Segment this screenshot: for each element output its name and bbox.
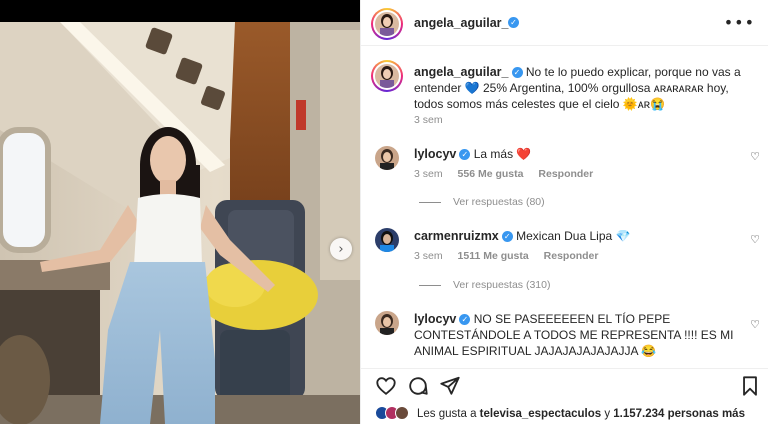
comment-username[interactable]: lylocyv [414,312,456,326]
verified-badge-icon: ✓ [511,67,523,79]
verified-badge-icon: ✓ [508,17,519,28]
comment-meta: 3 sem 556 Me gusta Responder [414,168,593,180]
share-icon[interactable] [439,375,461,397]
comment-2: carmenruizmx ✓ Mexican Dua Lipa 💎 [414,228,630,244]
replies-divider [419,284,441,286]
photo-top-bar [0,0,360,22]
comment-like-icon[interactable]: ♡ [750,150,760,163]
comment-avatar[interactable] [375,228,399,252]
view-replies-label: Ver respuestas (310) [453,279,551,291]
comment-timestamp: 3 sem [414,250,443,262]
author-username[interactable]: angela_aguilar_ [414,16,509,30]
likes-middle: y [601,408,614,420]
likes-prefix: Les gusta a [417,408,480,420]
post-panel: angela_aguilar_ ✓ ••• angela_aguilar_ ✓ N… [360,0,768,424]
post-header: angela_aguilar_ ✓ ••• [361,0,768,46]
comment-avatar[interactable] [375,146,399,170]
photo-illustration [0,0,360,424]
caption-timestamp: 3 sem [414,114,443,126]
comment-1: lylocyv ✓ La más ❤️ [414,146,531,162]
liker-username[interactable]: televisa_espectaculos [480,408,601,420]
comment-username[interactable]: lylocyv [414,147,456,161]
view-replies-button[interactable]: Ver respuestas (310) [419,279,550,291]
comment-meta: 3 sem 1511 Me gusta Responder [414,250,598,262]
caption: angela_aguilar_ ✓ No te lo puedo explicar… [414,64,754,112]
replies-divider [419,201,441,203]
verified-badge-icon: ✓ [501,231,513,243]
liker-avatar[interactable] [395,406,409,420]
comment-icon[interactable] [407,375,429,397]
comment-3: lylocyv ✓ NO SE PASEEEEEEN EL TÍO PEPE CO… [414,311,744,359]
more-options-icon[interactable]: ••• [724,13,755,32]
heart-outline-icon[interactable] [375,375,397,397]
verified-badge-icon: ✓ [459,314,471,326]
reply-button[interactable]: Responder [538,168,593,180]
likes-count[interactable]: 1.157.234 personas más [613,408,745,420]
comment-text: Mexican Dua Lipa 💎 [516,229,631,243]
view-replies-label: Ver respuestas (80) [453,196,545,208]
verified-badge-icon: ✓ [459,149,471,161]
comment-timestamp: 3 sem [414,168,443,180]
view-replies-button[interactable]: Ver respuestas (80) [419,196,545,208]
story-ring[interactable] [371,8,403,40]
caption-username[interactable]: angela_aguilar_ [414,65,509,79]
comment-likes[interactable]: 1511 Me gusta [458,250,529,262]
avatar [375,12,399,36]
comment-avatar[interactable] [375,311,399,335]
comment-username[interactable]: carmenruizmx [414,229,499,243]
likes-summary: Les gusta a televisa_espectaculos y 1.15… [417,408,745,420]
reply-button[interactable]: Responder [544,250,599,262]
chevron-right-icon[interactable]: › [330,238,352,260]
comment-like-icon[interactable]: ♡ [750,318,760,331]
post-photo[interactable]: › [0,0,360,424]
comment-like-icon[interactable]: ♡ [750,233,760,246]
comment-likes[interactable]: 556 Me gusta [458,168,524,180]
comment-text: La más ❤️ [473,147,532,161]
caption-avatar-ring[interactable] [371,60,403,92]
avatar [375,64,399,88]
bookmark-icon[interactable] [739,375,761,397]
